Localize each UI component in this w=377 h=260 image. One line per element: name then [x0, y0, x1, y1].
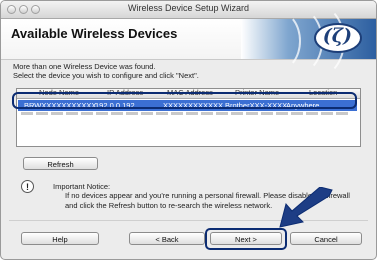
page-title: Available Wireless Devices	[11, 26, 178, 41]
help-button[interactable]: Help	[21, 232, 99, 245]
wireless-banner: (ζ)	[241, 3, 376, 79]
pointer-arrow-icon	[279, 187, 333, 228]
instruction-line-2: Select the device you wish to configure …	[13, 71, 199, 80]
cancel-button[interactable]: Cancel	[290, 232, 362, 245]
next-highlight-outline	[205, 228, 287, 250]
back-button[interactable]: < Back	[129, 232, 205, 245]
warning-icon: !	[21, 180, 34, 193]
instruction-line-1: More than one Wireless Device was found.	[13, 62, 156, 71]
list-item[interactable]	[21, 112, 351, 115]
notice-title: Important Notice:	[53, 182, 111, 191]
logo-text: (ζ)	[322, 25, 352, 47]
wizard-window: Wireless Device Setup Wizard Available W…	[0, 0, 377, 260]
selection-highlight-outline	[12, 92, 357, 109]
refresh-button[interactable]: Refresh	[23, 157, 98, 170]
wizard-header: Available Wireless Devices (ζ)	[1, 3, 376, 79]
